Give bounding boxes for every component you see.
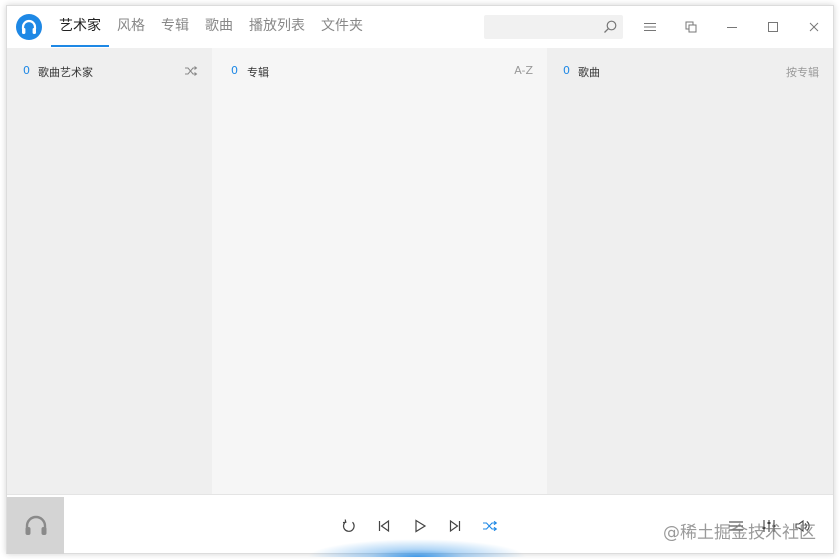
songs-pane-title: 歌曲 [578, 66, 600, 79]
hamburger-icon [644, 23, 656, 31]
menu-button[interactable] [638, 15, 662, 39]
shuffle-button[interactable] [479, 515, 501, 537]
tab-folders[interactable]: 文件夹 [313, 6, 371, 48]
play-icon [415, 519, 427, 533]
tab-artists[interactable]: 艺术家 [51, 6, 109, 48]
previous-button[interactable] [373, 515, 395, 537]
close-icon [809, 22, 819, 32]
playback-glow [307, 539, 527, 557]
nav-tabs: 艺术家 风格 专辑 歌曲 播放列表 文件夹 [51, 6, 371, 48]
next-button[interactable] [444, 515, 466, 537]
app-logo-icon [16, 14, 42, 40]
albums-sort-button[interactable]: A-Z [514, 64, 533, 77]
artists-count: 0 [23, 64, 30, 77]
minimize-icon [727, 27, 737, 28]
albums-count: 0 [231, 64, 238, 77]
headphones-icon [25, 515, 46, 535]
watermark: @稀土掘金技术社区 [663, 523, 816, 543]
songs-count: 0 [563, 64, 570, 77]
maximize-button[interactable] [761, 15, 785, 39]
title-bar: 艺术家 风格 专辑 歌曲 播放列表 文件夹 [7, 6, 833, 48]
tab-albums[interactable]: 专辑 [153, 6, 197, 48]
shuffle-icon [483, 520, 498, 532]
albums-pane: 0 专辑 A-Z [212, 48, 547, 494]
albums-pane-title: 专辑 [247, 66, 269, 79]
songs-sort-button[interactable]: 按专辑 [786, 64, 819, 80]
repeat-button[interactable] [338, 515, 360, 537]
search-input[interactable] [490, 18, 600, 36]
search-box [484, 15, 623, 39]
artists-pane: 0 歌曲艺术家 [7, 48, 212, 494]
app-window: 艺术家 风格 专辑 歌曲 播放列表 文件夹 0 歌曲艺术家 0 专辑 A-Z 0… [6, 5, 834, 557]
previous-icon [378, 519, 390, 533]
maximize-icon [768, 22, 778, 32]
mini-mode-button[interactable] [679, 15, 703, 39]
tab-genres[interactable]: 风格 [109, 6, 153, 48]
shuffle-icon[interactable] [184, 65, 198, 77]
artists-pane-header: 0 歌曲艺术家 [7, 62, 212, 80]
minimize-button[interactable] [720, 15, 744, 39]
songs-pane-header: 0 歌曲 按专辑 [547, 62, 833, 80]
album-cover[interactable] [7, 497, 64, 554]
close-button[interactable] [802, 15, 826, 39]
artists-pane-title: 歌曲艺术家 [38, 66, 93, 79]
repeat-icon [342, 519, 355, 532]
next-icon [449, 519, 461, 533]
tab-songs[interactable]: 歌曲 [197, 6, 241, 48]
search-icon[interactable] [602, 19, 618, 35]
songs-pane: 0 歌曲 按专辑 [547, 48, 833, 494]
albums-pane-header: 0 专辑 A-Z [212, 62, 547, 80]
play-button[interactable] [409, 515, 431, 537]
tab-playlists[interactable]: 播放列表 [241, 6, 313, 48]
mini-mode-icon [685, 21, 697, 33]
